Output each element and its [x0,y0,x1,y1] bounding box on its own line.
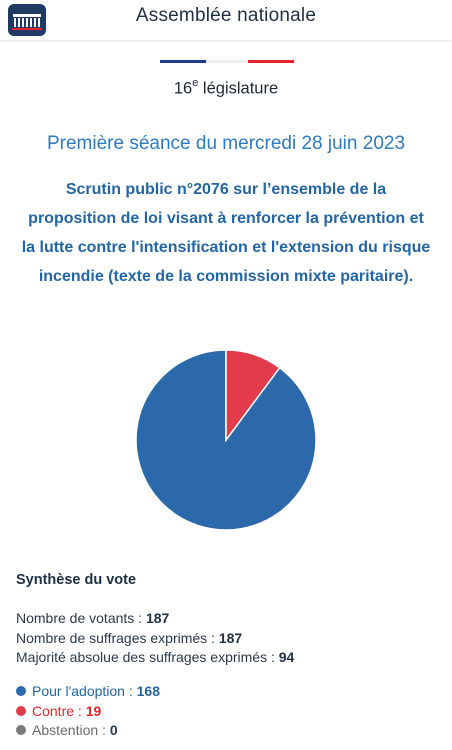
exprimes-label: Nombre de suffrages exprimés : [16,629,219,646]
abstention-value: 0 [109,722,118,738]
exprimes-row: Nombre de suffrages exprimés : 187 [16,629,294,649]
flag-stripe-white [206,60,248,63]
votants-label: Nombre de votants : [16,610,146,626]
flag-stripe-red [248,60,294,63]
legislature-suffix: e [192,77,199,89]
pour-label: Pour l'adoption : [32,683,137,699]
abstention-label: Abstention : [32,722,110,738]
majorite-row: Majorité absolue des suffrages exprimés … [16,648,294,668]
legislature-number: 16 [173,79,193,98]
synthese-title: Synthèse du vote [16,572,137,588]
abstention-dot-icon [16,725,26,735]
pour-dot-icon [16,686,26,696]
vote-pie-chart [135,349,317,531]
majorite-value: 94 [278,649,295,665]
legislature-text: législature [202,79,279,98]
legend-contre: Contre : 19 [16,702,160,722]
legislature-label: 16e législature [0,77,452,99]
votants-value: 187 [145,610,170,626]
exprimes-value: 187 [218,629,243,646]
scrutin-description: Scrutin public n°2076 sur l’ensemble de … [21,181,431,285]
seance-title: Première séance du mercredi 28 juin 2023 [46,133,406,154]
majorite-label: Majorité absolue des suffrages exprimés … [16,649,279,665]
legend-pour: Pour l'adoption : 168 [16,682,160,702]
vote-stats: Nombre de votants : 187 Nombre de suffra… [16,609,294,668]
pour-value: 168 [136,683,160,699]
contre-dot-icon [16,705,26,716]
flag-stripe-blue [160,60,206,63]
contre-label: Contre : [32,702,86,719]
legend-abstention: Abstention : 0 [16,721,160,741]
contre-value: 19 [85,702,102,719]
votants-row: Nombre de votants : 187 [16,609,294,629]
app-title: Assemblée nationale [135,5,317,26]
app-header: Assemblée nationale [0,0,452,40]
vote-legend: Pour l'adoption : 168 Contre : 19 Absten… [16,682,160,741]
